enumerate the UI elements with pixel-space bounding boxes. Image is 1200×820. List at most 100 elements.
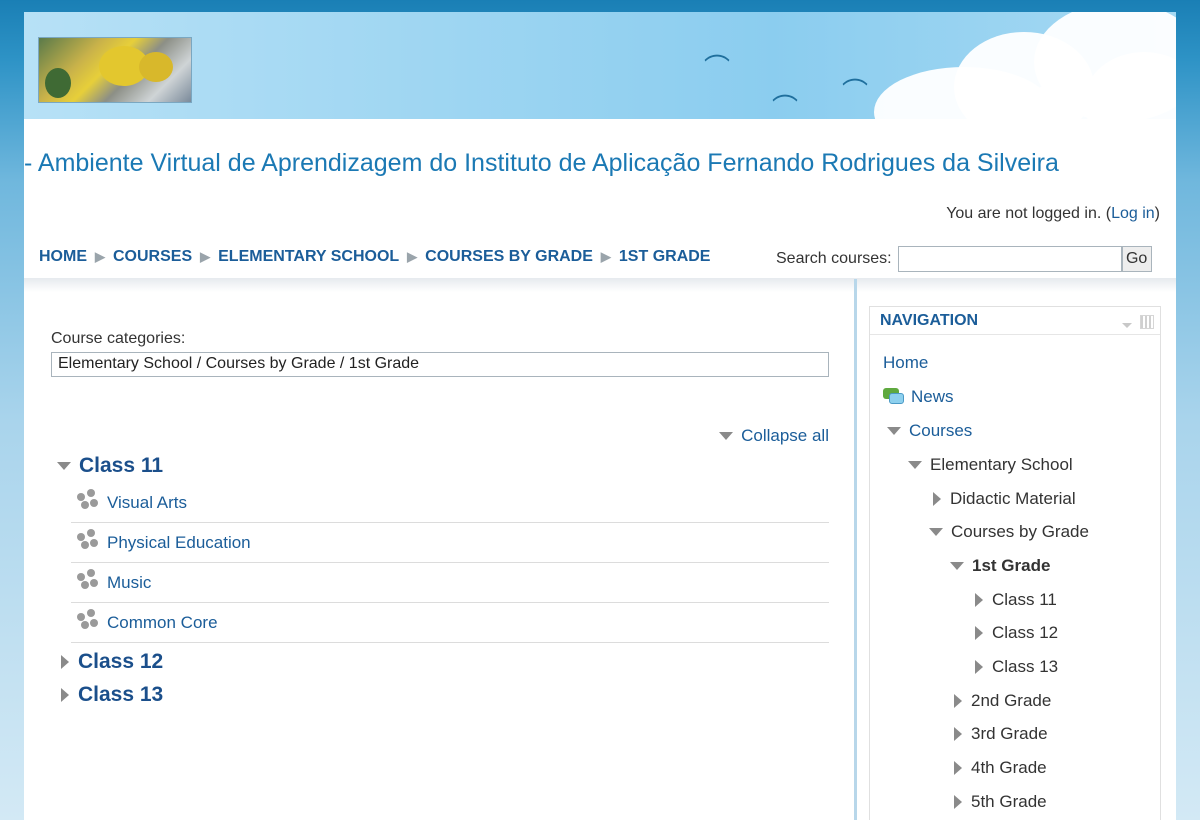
course-icon: [77, 528, 99, 551]
logo-image[interactable]: [38, 37, 192, 103]
breadcrumb: HOME ▶ COURSES ▶ ELEMENTARY SCHOOL ▶ COU…: [39, 248, 710, 266]
nav-5th-grade-label: 5th Grade: [971, 792, 1047, 811]
course-link[interactable]: Common Core: [107, 613, 218, 633]
nav-4th-grade-label: 4th Grade: [971, 758, 1047, 777]
collapsed-icon: [975, 626, 983, 640]
nav-2nd-grade-label: 2nd Grade: [971, 691, 1052, 710]
block-controls: [1122, 315, 1154, 329]
category-class-13[interactable]: Class 13: [61, 683, 163, 707]
search-input[interactable]: [897, 246, 1122, 272]
collapsed-icon: [954, 727, 962, 741]
nav-3rd-grade[interactable]: 3rd Grade: [954, 724, 1048, 744]
news-icon: [883, 388, 905, 406]
category-class-11[interactable]: Class 11: [57, 454, 163, 478]
nav-1st-grade-label: 1st Grade: [972, 556, 1051, 575]
collapse-all-label: Collapse all: [741, 426, 829, 445]
header-divider: [24, 278, 1176, 292]
categories-select[interactable]: Elementary School / Courses by Grade / 1…: [51, 352, 829, 377]
nav-courses-label: Courses: [909, 421, 973, 440]
collapsed-icon: [61, 655, 69, 669]
page: ⌒ ⌒ ⌒ - Ambiente Virtual de Aprendizagem…: [24, 12, 1176, 820]
breadcrumb-home[interactable]: HOME: [39, 248, 87, 266]
nav-class-13[interactable]: Class 13: [975, 657, 1058, 677]
nav-didactic-material[interactable]: Didactic Material: [933, 489, 1076, 509]
nav-news[interactable]: News: [883, 387, 954, 407]
categories-label: Course categories:: [51, 330, 186, 347]
course-item[interactable]: Music: [71, 563, 829, 603]
nav-class-12-label: Class 12: [992, 623, 1059, 642]
nav-courses[interactable]: Courses: [887, 421, 972, 441]
expanded-icon: [57, 462, 71, 470]
nav-elementary-school-label: Elementary School: [930, 455, 1073, 474]
breadcrumb-separator-icon: ▶: [600, 249, 611, 264]
expanded-icon: [887, 427, 901, 435]
collapsed-icon: [954, 761, 962, 775]
nav-1st-grade[interactable]: 1st Grade: [950, 556, 1050, 576]
course-icon: [77, 568, 99, 591]
nav-elementary-school[interactable]: Elementary School: [908, 455, 1073, 475]
login-status-text: You are not logged in. (: [946, 205, 1112, 222]
nav-home-label: Home: [883, 353, 929, 372]
login-link[interactable]: Log in: [1111, 205, 1155, 222]
course-link[interactable]: Music: [107, 573, 151, 593]
header-banner: ⌒ ⌒ ⌒: [24, 12, 1176, 119]
course-icon: [77, 608, 99, 631]
collapsed-icon: [61, 688, 69, 702]
nav-3rd-grade-label: 3rd Grade: [971, 724, 1048, 743]
site-title: - Ambiente Virtual de Aprendizagem do In…: [24, 149, 1059, 177]
course-item[interactable]: Common Core: [71, 603, 829, 643]
nav-class-11[interactable]: Class 11: [975, 590, 1057, 610]
nav-home[interactable]: Home: [883, 353, 928, 373]
expanded-icon: [929, 528, 943, 536]
nav-courses-by-grade-label: Courses by Grade: [951, 522, 1089, 541]
breadcrumb-elementary-school[interactable]: ELEMENTARY SCHOOL: [218, 248, 399, 266]
bird-icon: ⌒: [842, 78, 869, 108]
breadcrumb-separator-icon: ▶: [95, 249, 105, 264]
navigation-title: NAVIGATION: [880, 311, 979, 329]
breadcrumb-courses-by-grade[interactable]: COURSES BY GRADE: [425, 248, 593, 266]
collapsed-icon: [933, 492, 941, 506]
collapse-all-link[interactable]: Collapse all: [719, 426, 829, 446]
category-name: Class 11: [79, 454, 164, 477]
chevron-down-icon: [719, 432, 734, 440]
dock-icon[interactable]: [1140, 315, 1154, 329]
search-courses: Search courses: Go: [776, 246, 1152, 272]
nav-didactic-material-label: Didactic Material: [950, 489, 1076, 508]
search-go-button[interactable]: Go: [1121, 246, 1152, 272]
course-list: Visual Arts Physical Education Music Com…: [71, 483, 829, 643]
course-item[interactable]: Physical Education: [71, 523, 829, 563]
course-link[interactable]: Physical Education: [107, 533, 251, 553]
collapsed-icon: [954, 694, 962, 708]
search-label: Search courses:: [776, 250, 892, 267]
minimize-icon[interactable]: [1122, 322, 1132, 328]
column-divider: [854, 279, 857, 820]
nav-news-label: News: [911, 387, 954, 406]
login-status-close: ): [1154, 205, 1160, 222]
nav-4th-grade[interactable]: 4th Grade: [954, 758, 1047, 778]
navigation-block: NAVIGATION Home News Courses Elementary …: [869, 306, 1161, 820]
category-name: Class 13: [78, 683, 164, 706]
nav-courses-by-grade[interactable]: Courses by Grade: [929, 522, 1089, 542]
category-name: Class 12: [78, 650, 164, 673]
course-icon: [77, 488, 99, 511]
bird-icon: ⌒: [772, 94, 799, 119]
nav-2nd-grade[interactable]: 2nd Grade: [954, 691, 1051, 711]
breadcrumb-separator-icon: ▶: [407, 249, 418, 264]
category-class-12[interactable]: Class 12: [61, 650, 163, 674]
collapsed-icon: [975, 660, 983, 674]
collapsed-icon: [954, 795, 962, 809]
nav-class-13-label: Class 13: [992, 657, 1059, 676]
nav-5th-grade[interactable]: 5th Grade: [954, 792, 1047, 812]
navigation-header: NAVIGATION: [870, 307, 1160, 335]
nav-class-12[interactable]: Class 12: [975, 623, 1058, 643]
breadcrumb-1st-grade[interactable]: 1ST GRADE: [619, 248, 711, 266]
expanded-icon: [908, 461, 922, 469]
expanded-icon: [950, 562, 964, 570]
nav-class-11-label: Class 11: [992, 590, 1057, 609]
course-link[interactable]: Visual Arts: [107, 493, 187, 513]
main-content: Course categories: Elementary School / C…: [51, 330, 829, 706]
collapsed-icon: [975, 593, 983, 607]
course-item[interactable]: Visual Arts: [71, 483, 829, 523]
breadcrumb-courses[interactable]: COURSES: [113, 248, 192, 266]
breadcrumb-separator-icon: ▶: [200, 249, 211, 264]
